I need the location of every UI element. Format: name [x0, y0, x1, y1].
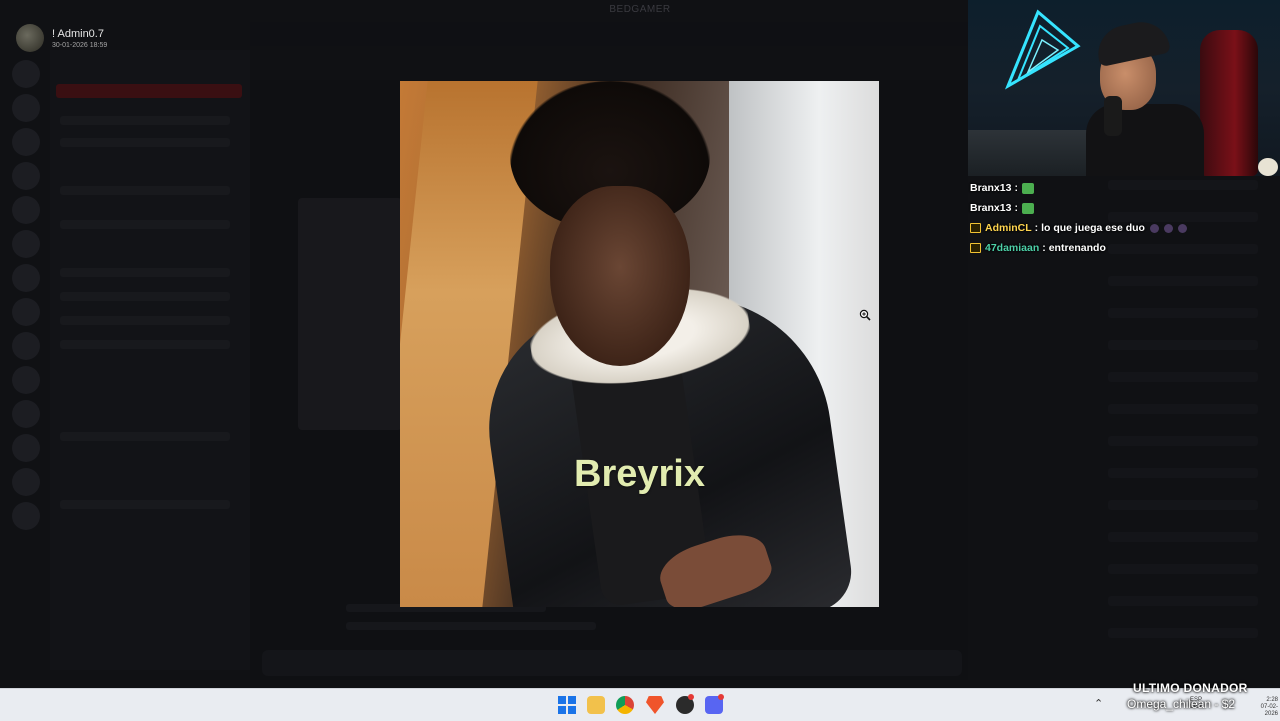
member-item[interactable]: [1108, 500, 1258, 510]
server-icon[interactable]: [12, 196, 40, 224]
chat-message: Branx13:: [970, 198, 1270, 218]
chat-user: 47damiaan: [985, 242, 1040, 254]
server-icon[interactable]: [12, 264, 40, 292]
member-item[interactable]: [1108, 628, 1258, 638]
chat-message: 47damiaan: entrenando: [970, 238, 1270, 258]
member-item[interactable]: [1108, 596, 1258, 606]
chat-text: entrenando: [1048, 242, 1106, 254]
message-input[interactable]: [262, 650, 962, 676]
server-icon[interactable]: [12, 298, 40, 326]
message-text: [346, 622, 596, 630]
gaming-chair: [1200, 30, 1258, 176]
server-rail: [8, 60, 44, 600]
zoom-in-icon: [859, 309, 871, 321]
avatar[interactable]: [16, 24, 44, 52]
member-item[interactable]: [1108, 564, 1258, 574]
file-explorer-icon[interactable]: [587, 696, 605, 714]
image-preview[interactable]: Breyrix: [400, 81, 879, 607]
emote-icon: [1177, 223, 1187, 233]
boost-banner[interactable]: [56, 84, 242, 98]
chat-message: AdminCL: lo que juega ese duo: [970, 218, 1270, 238]
server-icon[interactable]: [12, 94, 40, 122]
emote-icon: [1149, 223, 1159, 233]
member-item[interactable]: [1108, 308, 1258, 318]
server-icon[interactable]: [12, 332, 40, 360]
post-date: 30-01-2026 18:59: [52, 41, 108, 49]
streamer-cap: [1093, 16, 1171, 68]
crown-badge-icon: [970, 243, 981, 253]
discord-icon[interactable]: [705, 694, 724, 714]
poster-name[interactable]: ! Admin0.7: [52, 28, 107, 40]
member-item[interactable]: [1108, 340, 1258, 350]
member-item[interactable]: [1108, 436, 1258, 446]
member-item[interactable]: [1108, 404, 1258, 414]
channel-item[interactable]: [60, 138, 230, 147]
channel-item[interactable]: [60, 500, 230, 509]
tray-chevron-up-icon[interactable]: ⌃: [1094, 697, 1103, 710]
clock-date: 07-02-2026: [1260, 704, 1278, 717]
chat-text: lo que juega ese duo: [1041, 222, 1145, 234]
chat-separator: :: [1014, 182, 1018, 194]
neon-logo: [1004, 9, 1081, 90]
member-item[interactable]: [1108, 372, 1258, 382]
channel-item[interactable]: [60, 220, 230, 229]
microphone: [1104, 96, 1122, 136]
chat-message: Branx13:: [970, 178, 1270, 198]
stream-chat: Branx13: Branx13: AdminCL: lo que juega …: [970, 178, 1270, 258]
chrome-icon[interactable]: [616, 696, 634, 714]
server-icon[interactable]: [12, 230, 40, 258]
channel-item[interactable]: [60, 316, 230, 325]
chat-separator: :: [1014, 202, 1018, 214]
server-icon[interactable]: [12, 162, 40, 190]
brave-icon[interactable]: [646, 696, 664, 714]
server-icon[interactable]: [12, 434, 40, 462]
donor-name: Omega_chilean - $2: [1127, 697, 1236, 711]
server-icon[interactable]: [12, 502, 40, 530]
server-icon[interactable]: [12, 366, 40, 394]
channel-item[interactable]: [60, 292, 230, 301]
clock[interactable]: 2:28 07-02-2026: [1252, 697, 1278, 718]
chat-user: AdminCL: [985, 222, 1032, 234]
message-attachment[interactable]: [298, 198, 402, 430]
clock-time: 2:28: [1266, 697, 1278, 703]
image-caption: Breyrix: [574, 453, 705, 495]
photo-face: [550, 186, 690, 366]
emote-icon: [1163, 223, 1173, 233]
windows-start-icon[interactable]: [558, 696, 576, 714]
channel-item[interactable]: [60, 340, 230, 349]
chat-user: Branx13: [970, 202, 1012, 214]
server-icon[interactable]: [12, 60, 40, 88]
chat-user: Branx13: [970, 182, 1012, 194]
member-item[interactable]: [1108, 532, 1258, 542]
money-emote-icon: [1021, 182, 1034, 194]
poster-info: ! Admin0.7 30-01-2026 18:59: [16, 24, 107, 52]
notification-dot: [688, 694, 694, 700]
donor-title: ULTIMO DONADOR: [1133, 681, 1248, 695]
obs-icon[interactable]: [676, 694, 694, 714]
server-icon[interactable]: [12, 128, 40, 156]
webcam-overlay: [968, 0, 1280, 176]
notice-bar: [250, 22, 968, 46]
server-icon[interactable]: [12, 400, 40, 428]
channel-item[interactable]: [60, 268, 230, 277]
channel-item[interactable]: [60, 186, 230, 195]
channel-item[interactable]: [60, 116, 230, 125]
notification-dot: [718, 694, 724, 700]
money-emote-icon: [1021, 202, 1034, 214]
lamp: [1258, 158, 1278, 176]
member-item[interactable]: [1108, 276, 1258, 286]
channel-item[interactable]: [60, 432, 230, 441]
taskbar: ⌃: [0, 688, 1280, 721]
server-icon[interactable]: [12, 468, 40, 496]
crown-badge-icon: [970, 223, 981, 233]
member-item[interactable]: [1108, 468, 1258, 478]
